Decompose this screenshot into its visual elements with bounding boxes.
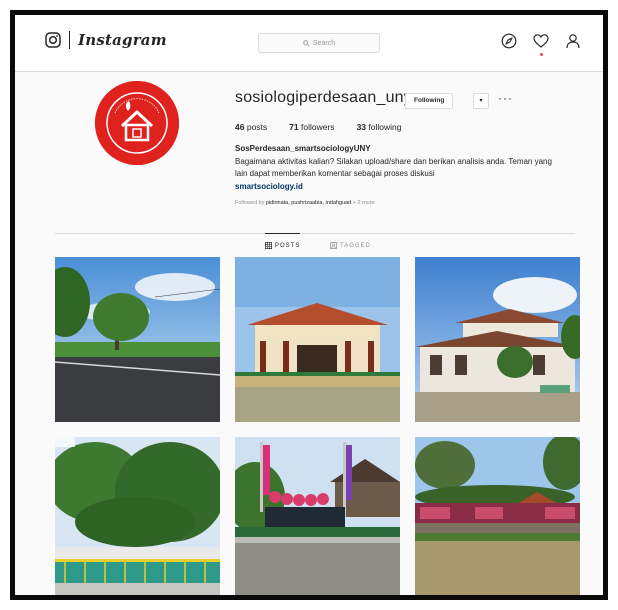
browser-frame: Instagram Search sosiologiperdesaan_uny … <box>10 10 608 600</box>
posts-count: 46 <box>235 122 245 132</box>
post-thumbnail-1[interactable] <box>55 257 220 422</box>
bio-full-name: SosPerdesaan_smartsociologyUNY <box>235 144 371 153</box>
search-placeholder: Search <box>312 39 336 47</box>
brand[interactable]: Instagram <box>45 31 167 49</box>
top-navigation-bar: Instagram Search <box>15 15 603 72</box>
tag-icon <box>330 242 337 249</box>
user-icon[interactable] <box>565 33 581 49</box>
avatar[interactable] <box>95 81 179 165</box>
profile-stats: 46 posts 71 followers 33 following <box>235 122 401 132</box>
post-thumbnail-4[interactable] <box>55 437 220 595</box>
post-thumbnail-6[interactable] <box>415 437 580 595</box>
bio-description: Bagaimana aktivitas kalian? Silakan uplo… <box>235 157 552 178</box>
sosiologi-logo-icon <box>95 81 179 165</box>
following-button[interactable]: Following <box>405 93 454 109</box>
following-count: 33 <box>356 122 367 132</box>
post-thumbnail-2[interactable] <box>235 257 400 422</box>
following-stat[interactable]: 33 following <box>357 122 402 132</box>
posts-grid <box>55 257 582 595</box>
instagram-glyph-icon <box>45 32 61 48</box>
grid-icon <box>265 242 272 249</box>
profile-header: sosiologiperdesaan_uny Following ▾ ··· 4… <box>15 71 603 231</box>
posts-label: posts <box>246 122 268 132</box>
brand-divider <box>69 31 70 49</box>
post-thumbnail-5[interactable] <box>235 437 400 595</box>
followers-stat[interactable]: 71 followers <box>289 122 334 132</box>
followers-label: followers <box>301 122 335 132</box>
suggested-dropdown-button[interactable]: ▾ <box>473 93 489 109</box>
profile-username: sosiologiperdesaan_uny <box>235 89 412 106</box>
search-input[interactable]: Search <box>258 33 380 53</box>
heart-icon <box>533 34 549 48</box>
tab-tagged-label: TAGGED <box>340 242 371 249</box>
nav-icons <box>501 33 581 56</box>
posts-stat: 46 posts <box>235 122 267 132</box>
tab-tagged[interactable]: TAGGED <box>330 234 371 249</box>
post-thumbnail-3[interactable] <box>415 257 580 422</box>
bio-website-link[interactable]: smartsociology.id <box>235 182 303 191</box>
notification-dot <box>540 53 543 56</box>
followers-count: 71 <box>289 122 299 132</box>
followed-by-names: pidinnata, pushrizaabia, indahguad <box>265 200 352 206</box>
more-options-button[interactable]: ··· <box>498 91 513 105</box>
following-label: following <box>368 122 402 132</box>
compass-icon[interactable] <box>501 33 517 49</box>
followed-by-prefix: Followed by <box>235 200 265 206</box>
activity-button[interactable] <box>533 33 549 56</box>
profile-tabs: POSTS TAGGED <box>55 233 575 256</box>
tab-posts[interactable]: POSTS <box>265 233 301 249</box>
search-icon <box>303 39 310 47</box>
followed-by-text[interactable]: Followed by pidinnata, pushrizaabia, ind… <box>235 200 375 206</box>
followed-by-more: + 2 more <box>352 200 375 206</box>
tab-posts-label: POSTS <box>275 242 301 249</box>
instagram-wordmark: Instagram <box>78 31 167 49</box>
